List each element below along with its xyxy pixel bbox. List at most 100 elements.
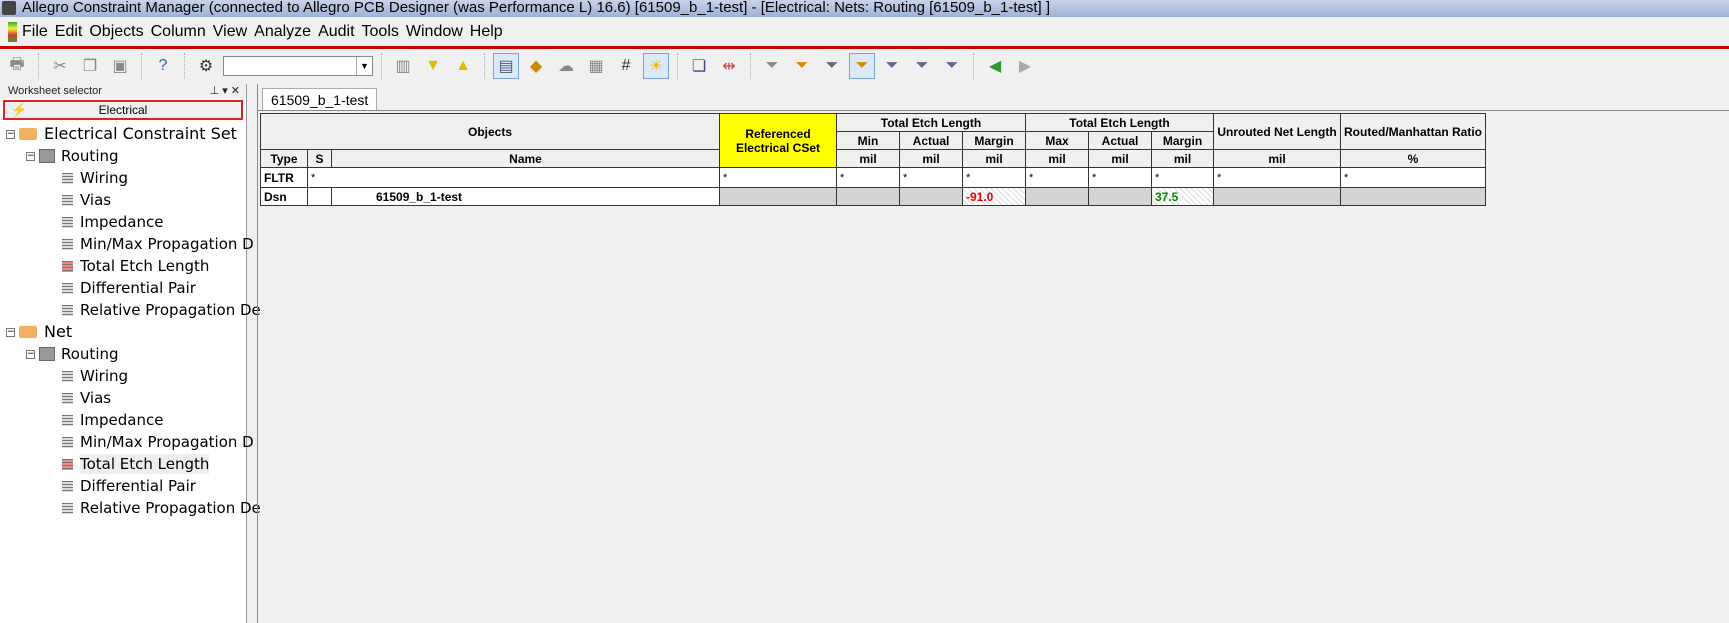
cset-icon[interactable]: ◆ xyxy=(523,53,549,79)
connect-icon[interactable]: ⇹ xyxy=(716,53,742,79)
row-refcset[interactable] xyxy=(719,187,837,206)
filter-cell[interactable]: * xyxy=(1213,167,1341,188)
separator xyxy=(381,53,382,79)
tree-item-diff-pair[interactable]: Differential Pair xyxy=(62,476,196,496)
row-s[interactable] xyxy=(307,187,332,206)
menu-file[interactable]: File xyxy=(22,23,48,41)
chevron-down-icon[interactable]: ▼ xyxy=(356,57,372,75)
filter-cell[interactable]: * xyxy=(836,167,900,188)
tree-item-vias[interactable]: Vias xyxy=(62,190,111,210)
constraint-table: Objects Referenced Electrical CSet Total… xyxy=(260,113,1486,206)
filter-cell[interactable]: * xyxy=(962,167,1026,188)
tree-item-vias[interactable]: Vias xyxy=(62,388,111,408)
tree-item-minmax-prop[interactable]: Min/Max Propagation D xyxy=(62,234,254,254)
tree-item-relative-prop[interactable]: Relative Propagation De xyxy=(62,498,261,518)
filter-color-icon[interactable]: ⏷ xyxy=(939,53,965,79)
header-referenced-cset[interactable]: Referenced Electrical CSet xyxy=(719,113,837,168)
menu-column[interactable]: Column xyxy=(151,23,206,41)
panel-controls[interactable]: ⊥ ▾ ✕ xyxy=(210,84,240,98)
group-icon[interactable]: ☁ xyxy=(553,53,579,79)
filter-cell[interactable]: * xyxy=(1025,167,1089,188)
header-actual[interactable]: Actual xyxy=(899,131,963,150)
header-s[interactable]: S xyxy=(307,149,332,168)
header-actual[interactable]: Actual xyxy=(1088,131,1152,150)
header-ratio[interactable]: Routed/Manhattan Ratio xyxy=(1340,113,1486,150)
header-max[interactable]: Max xyxy=(1025,131,1089,150)
forward-arrow-icon[interactable]: ▶ xyxy=(1012,53,1038,79)
bookmark-prev-icon[interactable]: ▲ xyxy=(450,53,476,79)
header-total-etch-min[interactable]: Total Etch Length xyxy=(836,113,1026,132)
worksheet-group-icon xyxy=(39,347,55,361)
menu-view[interactable]: View xyxy=(213,23,247,41)
header-margin[interactable]: Margin xyxy=(1151,131,1214,150)
bookmark-icon[interactable]: ▥ xyxy=(390,53,416,79)
tab-design[interactable]: 61509_b_1-test xyxy=(262,88,378,110)
grid-icon[interactable]: ▦ xyxy=(583,53,609,79)
tree-item-impedance[interactable]: Impedance xyxy=(62,212,163,232)
copy-icon[interactable]: ❐ xyxy=(77,53,103,79)
header-margin[interactable]: Margin xyxy=(962,131,1026,150)
filter-cell[interactable]: * xyxy=(899,167,963,188)
tree-node-ecset[interactable]: − Electrical Constraint Set xyxy=(6,124,237,144)
collapse-icon[interactable]: − xyxy=(6,327,15,337)
filter-active-icon[interactable]: ⏷ xyxy=(849,53,875,79)
sheets-icon[interactable]: ❏ xyxy=(686,53,712,79)
header-type[interactable]: Type xyxy=(260,149,308,168)
filter-name[interactable]: * xyxy=(307,167,720,188)
row-max[interactable] xyxy=(1025,187,1089,206)
filter-green-icon[interactable]: ⏷ xyxy=(909,53,935,79)
sun-icon[interactable]: ☀ xyxy=(643,53,669,79)
collapse-icon[interactable]: − xyxy=(6,129,15,139)
row-name[interactable]: 61509_b_1-test xyxy=(331,187,720,206)
filter-icon[interactable]: ⏷ xyxy=(759,53,785,79)
menu-edit[interactable]: Edit xyxy=(55,23,83,41)
electrical-domain-button[interactable]: ⚡ Electrical xyxy=(3,100,243,120)
tree-item-total-etch-selected[interactable]: Total Etch Length xyxy=(62,454,210,474)
tree-item-minmax-prop[interactable]: Min/Max Propagation D xyxy=(62,432,254,452)
bookmark-next-icon[interactable]: ▼ xyxy=(420,53,446,79)
worksheet-icon xyxy=(62,172,73,184)
menu-objects[interactable]: Objects xyxy=(89,23,143,41)
tree-item-relative-prop[interactable]: Relative Propagation De xyxy=(62,300,261,320)
paste-icon[interactable]: ▣ xyxy=(107,53,133,79)
menu-window[interactable]: Window xyxy=(406,23,463,41)
tree-item-wiring[interactable]: Wiring xyxy=(62,366,128,386)
filter-cell[interactable]: * xyxy=(1088,167,1152,188)
header-total-etch-max[interactable]: Total Etch Length xyxy=(1025,113,1214,132)
cut-icon[interactable]: ✂ xyxy=(47,53,73,79)
collapse-icon[interactable]: − xyxy=(26,151,35,161)
filter-x-icon[interactable]: ⏷ xyxy=(819,53,845,79)
collapse-icon[interactable]: − xyxy=(26,349,35,359)
print-icon[interactable]: 🖶 xyxy=(4,53,30,79)
worksheet-icon[interactable]: ▤ xyxy=(493,53,519,79)
menu-analyze[interactable]: Analyze xyxy=(254,23,311,41)
tree-node-routing[interactable]: − Routing xyxy=(26,344,119,364)
number-icon[interactable]: # xyxy=(613,53,639,79)
menu-help[interactable]: Help xyxy=(470,23,503,41)
app-menu-icon[interactable] xyxy=(8,22,17,42)
tree-item-wiring[interactable]: Wiring xyxy=(62,168,128,188)
object-combo[interactable]: ▼ xyxy=(223,56,373,76)
header-objects[interactable]: Objects xyxy=(260,113,720,150)
filter-cell[interactable]: * xyxy=(1340,167,1486,188)
row-min-margin: -91.0 xyxy=(962,187,1026,206)
tree-node-net[interactable]: − Net xyxy=(6,322,72,342)
header-unrouted[interactable]: Unrouted Net Length xyxy=(1213,113,1341,150)
header-name[interactable]: Name xyxy=(331,149,720,168)
filter-objects-icon[interactable]: ⚙ xyxy=(193,53,219,79)
back-arrow-icon[interactable]: ◀ xyxy=(982,53,1008,79)
menu-audit[interactable]: Audit xyxy=(318,23,354,41)
tree-item-diff-pair[interactable]: Differential Pair xyxy=(62,278,196,298)
tree-item-total-etch[interactable]: Total Etch Length xyxy=(62,256,209,276)
header-min[interactable]: Min xyxy=(836,131,900,150)
filter-star-icon[interactable]: ⏷ xyxy=(879,53,905,79)
tree-node-routing[interactable]: − Routing xyxy=(26,146,119,166)
help-icon[interactable]: ? xyxy=(150,53,176,79)
filter-cell[interactable]: * xyxy=(719,167,837,188)
row-min[interactable] xyxy=(836,187,900,206)
filter-cell[interactable]: * xyxy=(1151,167,1214,188)
tree-item-impedance[interactable]: Impedance xyxy=(62,410,163,430)
separator xyxy=(484,53,485,79)
filter-clear-icon[interactable]: ⏷ xyxy=(789,53,815,79)
menu-tools[interactable]: Tools xyxy=(362,23,399,41)
